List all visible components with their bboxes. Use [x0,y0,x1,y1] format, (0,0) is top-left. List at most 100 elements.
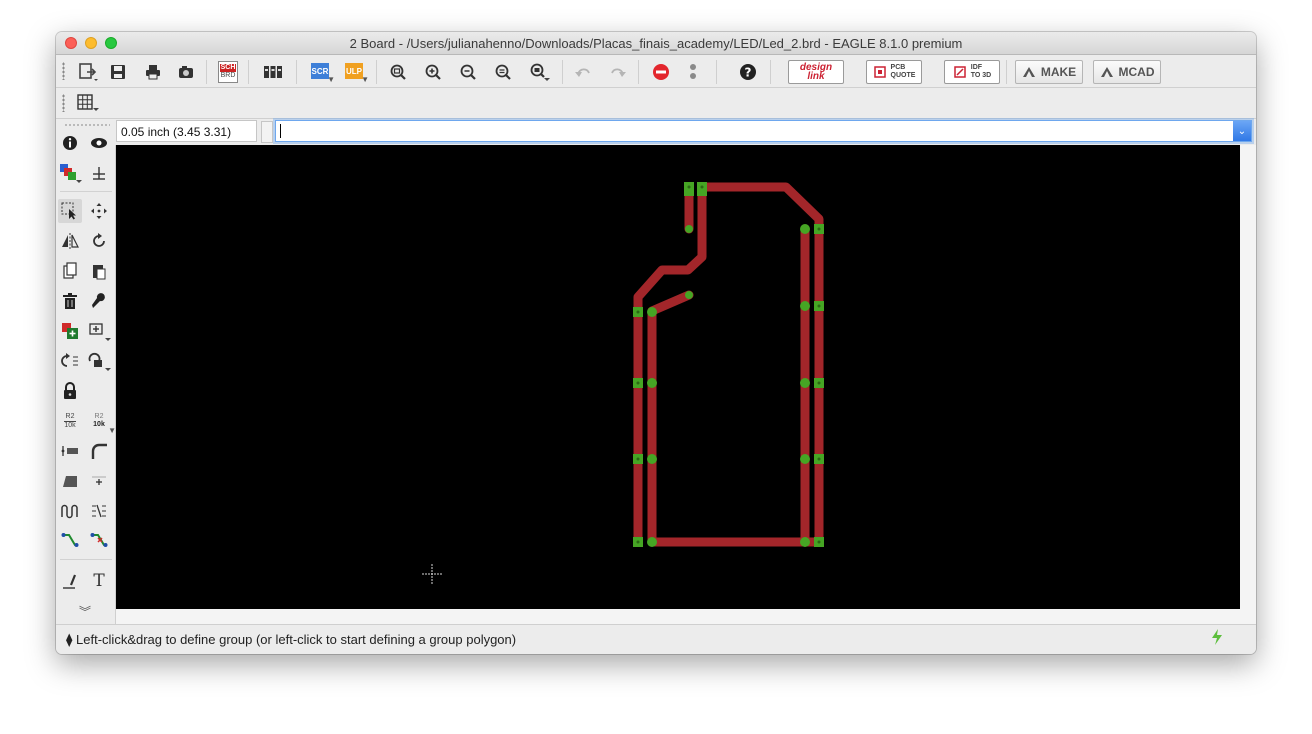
pcb-chip-icon [873,66,886,78]
horizontal-scrollbar[interactable] [116,609,1256,624]
idf-3d-icon [954,66,966,78]
go-button[interactable] [681,60,705,84]
help-button[interactable]: ? [736,60,760,84]
name-value-label-top: R2 [65,412,75,420]
run-script-button[interactable]: SCR ▼ [308,60,335,84]
print-button[interactable] [141,60,165,84]
mcad-button[interactable]: MCAD [1093,60,1161,84]
smash-icon [61,446,78,456]
coordinate-splitter[interactable] [261,121,273,143]
optimize-button[interactable] [87,469,111,493]
crosshair-cursor-icon [422,564,442,584]
make-button[interactable]: MAKE [1015,60,1083,84]
split-button[interactable] [58,439,82,463]
more-tools-button[interactable]: ︾ [73,599,97,623]
text-button[interactable]: T [87,569,111,593]
change-button[interactable] [87,289,111,313]
idf-to-3d-button[interactable]: IDF TO 3D [944,60,1000,84]
rotate-lock-icon [88,353,111,371]
stop-button[interactable] [649,60,673,84]
brd-label: BRD [220,72,236,79]
rotate-button[interactable] [87,229,111,253]
meander-button[interactable] [58,499,82,523]
zoom-redraw-icon [495,64,511,80]
info-button[interactable] [58,131,82,155]
zoom-select-button[interactable] [526,60,554,84]
toolbar-grip[interactable] [62,62,65,80]
add-button[interactable] [58,319,82,343]
open-button[interactable] [76,60,102,84]
lightning-bolt-icon[interactable] [1210,628,1224,646]
vertical-scrollbar[interactable] [1240,145,1256,609]
dots-icon [690,64,696,79]
command-panel: R2 10k R2 10k ▼ T ︾ [56,119,116,624]
pad [647,307,657,317]
toolbar-separator [206,60,207,84]
print-icon [146,65,160,80]
save-button[interactable] [106,60,130,84]
wire-icon [63,574,77,589]
paste-button[interactable] [87,259,111,283]
board-canvas[interactable] [116,145,1240,609]
zoom-out-button[interactable] [456,60,480,84]
miter-button[interactable] [87,439,111,463]
designlink-button[interactable]: design link [788,60,844,84]
panel-grip[interactable] [64,124,110,126]
redo-button[interactable] [606,60,630,84]
name-button[interactable]: R2 10k [58,409,82,433]
mark-button[interactable] [87,161,111,185]
redo-icon [611,68,626,77]
miter-icon [91,443,107,459]
swap-button[interactable] [58,349,82,373]
route-diff-pair-button[interactable] [87,499,111,523]
copy-icon [63,262,77,279]
zoom-fit-button[interactable] [386,60,410,84]
lock-rotate-button[interactable] [87,349,111,373]
diff-pair-icon [92,504,106,518]
zoom-redraw-button[interactable] [491,60,515,84]
switch-schematic-button[interactable]: SCH BRD [216,60,240,84]
lock-button[interactable] [58,379,82,403]
split-icon [63,476,77,487]
toolbar-grip[interactable] [62,94,65,112]
grid-button[interactable] [74,91,102,115]
panel-separator [60,191,112,192]
idf-label-2: TO 3D [970,72,992,79]
wire-button[interactable] [58,569,82,593]
mirror-button[interactable] [58,229,82,253]
grid-icon [77,94,99,111]
display-layers-button[interactable] [58,161,82,185]
split-wire-button[interactable] [58,469,82,493]
idf-label-1: IDF [970,64,983,71]
cam-processor-button[interactable] [174,60,198,84]
library-button[interactable] [260,60,286,84]
toolbar-separator [638,60,639,84]
traces [633,182,824,547]
undo-icon [575,68,590,77]
command-history-dropdown[interactable]: ⌄ [1233,121,1251,141]
dropdown-arrow-icon: ▼ [327,75,335,84]
command-input[interactable]: ⌄ [275,120,1252,142]
dropdown-arrow-icon: ▼ [108,426,116,435]
undo-button[interactable] [571,60,595,84]
move-button[interactable] [87,199,111,223]
replace-button[interactable] [87,319,111,343]
pcb-quote-button[interactable]: PCB QUOTE [866,60,922,84]
pad-drills [636,185,821,544]
route-button[interactable] [58,529,82,553]
coordinate-display: 0.05 inch (3.45 3.31) [116,120,257,142]
text-tool-icon: T [93,571,105,591]
delete-button[interactable] [58,289,82,313]
run-ulp-button[interactable]: ULP ▼ [342,60,369,84]
toolbar-separator [770,60,771,84]
group-button[interactable] [58,199,82,223]
value-button[interactable]: R2 10k ▼ [87,409,116,435]
ripup-button[interactable] [87,529,111,553]
show-button[interactable] [87,131,111,155]
title-bar: 2 Board - /Users/julianahenno/Downloads/… [56,32,1256,55]
chevron-down-icon: ⌄ [1237,125,1247,137]
meander-icon [61,504,78,519]
zoom-in-button[interactable] [421,60,445,84]
copy-button[interactable] [58,259,82,283]
pad [685,291,693,299]
